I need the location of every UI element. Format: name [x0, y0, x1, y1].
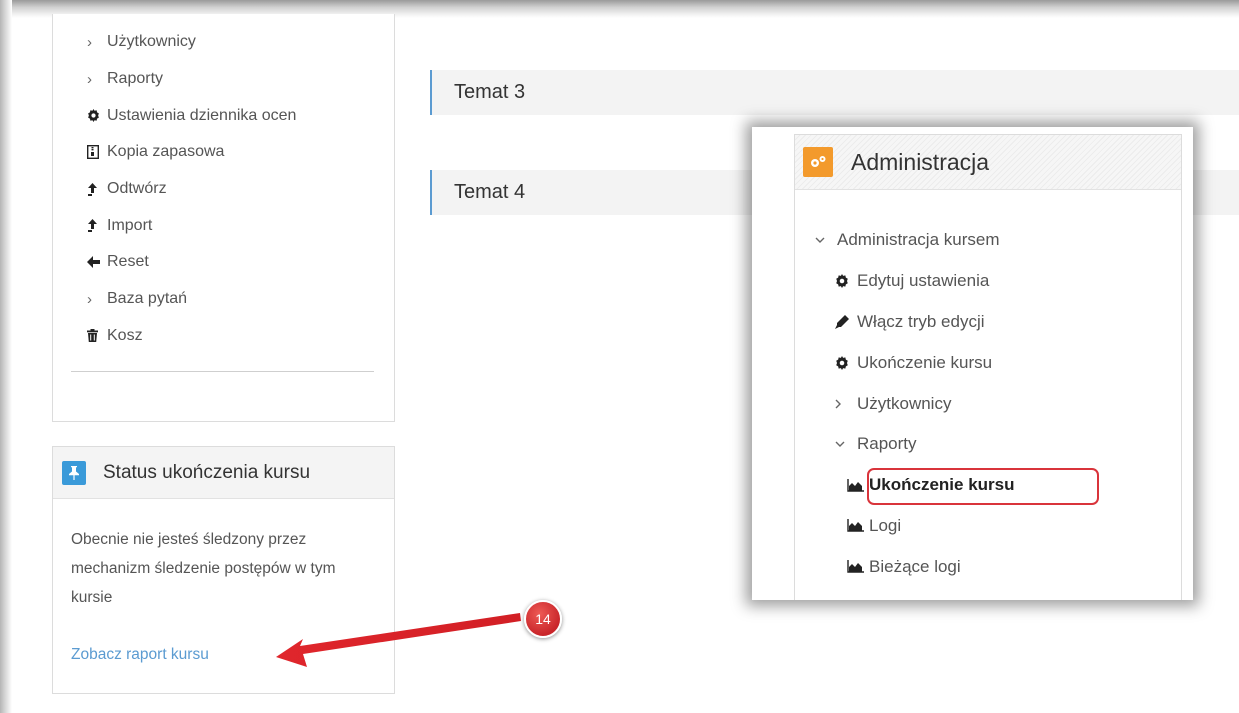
annotation-arrow — [276, 613, 521, 667]
step-number-badge: 14 — [524, 600, 562, 638]
